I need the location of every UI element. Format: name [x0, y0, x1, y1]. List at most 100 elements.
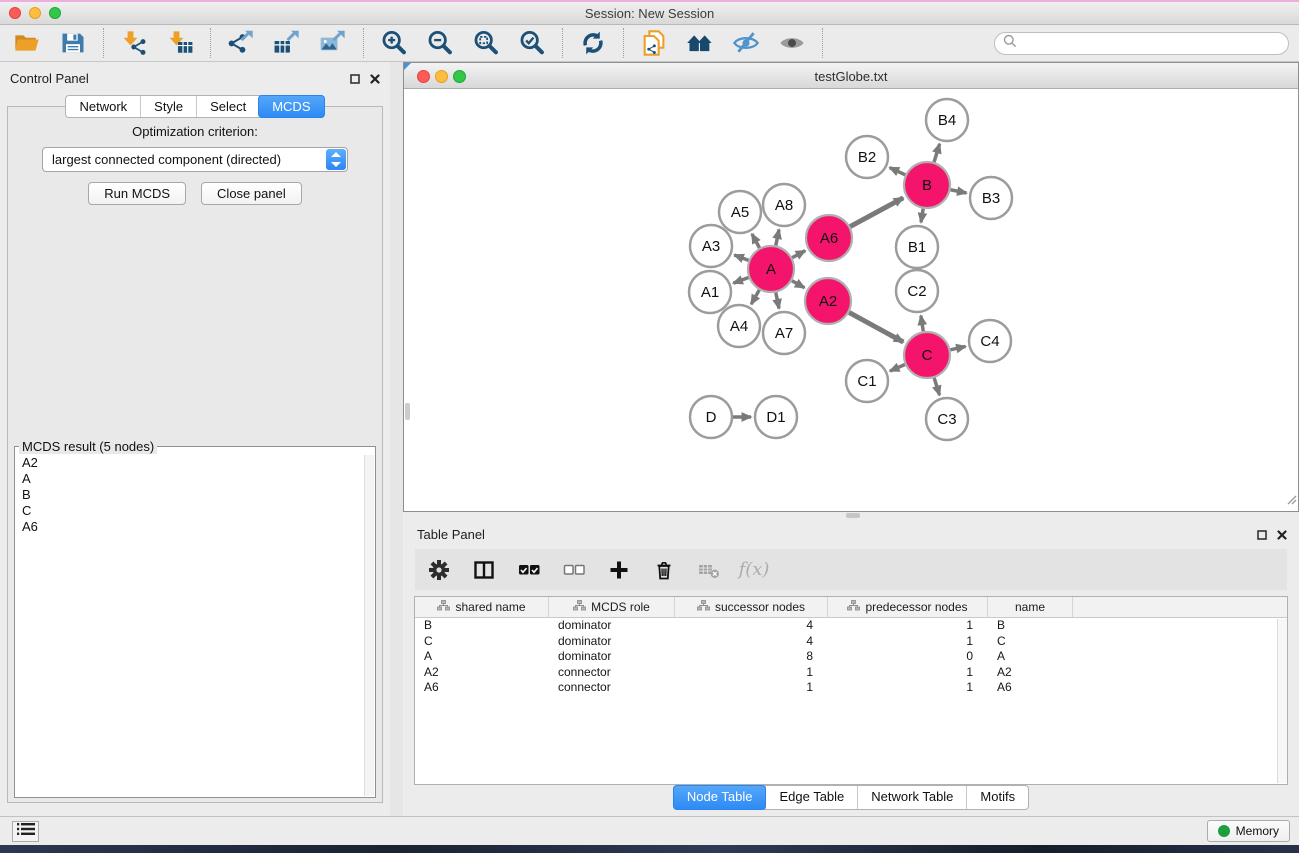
import-network-icon[interactable]: [119, 28, 149, 58]
tab-motifs[interactable]: Motifs: [966, 786, 1028, 809]
graph-edge-C-C2[interactable]: [921, 316, 923, 332]
zoom-fit-icon[interactable]: [471, 28, 501, 58]
network-window-titlebar[interactable]: testGlobe.txt: [404, 63, 1298, 89]
run-mcds-button[interactable]: Run MCDS: [88, 182, 186, 205]
graph-node-label-C2: C2: [907, 283, 926, 300]
column-label: name: [1015, 600, 1045, 614]
tab-mcds[interactable]: MCDS: [258, 95, 324, 118]
graph-edge-A6-B[interactable]: [850, 198, 903, 227]
close-panel-icon[interactable]: [370, 71, 380, 89]
float-panel-icon[interactable]: [350, 71, 360, 89]
toolbar-group: [104, 28, 211, 58]
toolbar-group: [364, 28, 563, 58]
deselect-all-icon[interactable]: [562, 558, 586, 582]
open-folder-icon[interactable]: [12, 28, 42, 58]
memory-button[interactable]: Memory: [1207, 820, 1290, 842]
tab-network[interactable]: Network: [66, 96, 140, 117]
close-panel-button[interactable]: Close panel: [201, 182, 302, 205]
export-network-icon[interactable]: [226, 28, 256, 58]
graph-edge-A-A6[interactable]: [792, 251, 805, 258]
graph-node-label-A6: A6: [820, 230, 838, 247]
float-panel-icon[interactable]: [1257, 527, 1267, 545]
graph-edge-A-A8[interactable]: [776, 229, 779, 245]
graph-edge-C-C1[interactable]: [890, 365, 905, 372]
home-icon[interactable]: [685, 28, 715, 58]
graph-node-label-B1: B1: [908, 239, 926, 256]
criterion-select[interactable]: largest connected component (directed): [42, 147, 348, 172]
cell-successor-nodes: 8: [675, 649, 828, 665]
zoom-out-icon[interactable]: [425, 28, 455, 58]
graph-node-label-A3: A3: [702, 238, 720, 255]
desktop-background: [0, 845, 1299, 853]
result-scrollbar[interactable]: [364, 455, 374, 796]
save-icon[interactable]: [58, 28, 88, 58]
memory-label: Memory: [1236, 824, 1279, 838]
select-all-icon[interactable]: [517, 558, 541, 582]
network-horizontal-scrollbar[interactable]: [846, 513, 860, 518]
toolbar-group: [0, 28, 104, 58]
delete-column-icon[interactable]: [652, 558, 676, 582]
network-canvas[interactable]: B4B2BB3A8A5A6A3B1AA1C2A2A4A7C4CC1C3DD1: [404, 89, 1298, 511]
column-header-MCDS-role[interactable]: MCDS role: [549, 597, 675, 617]
export-table-icon[interactable]: [272, 28, 302, 58]
graph-edge-B-B4[interactable]: [934, 144, 940, 162]
column-header-name[interactable]: name: [988, 597, 1073, 617]
graph-edge-A-A2[interactable]: [792, 281, 805, 288]
graph-edge-A-A1[interactable]: [733, 277, 748, 283]
column-header-shared-name[interactable]: shared name: [415, 597, 549, 617]
mcds-result-list[interactable]: A2ABCA6: [15, 454, 363, 797]
column-header-predecessor-nodes[interactable]: predecessor nodes: [828, 597, 988, 617]
search-box[interactable]: [994, 32, 1289, 55]
graph-edge-A-A7[interactable]: [776, 293, 779, 309]
graph-edge-B-B1[interactable]: [921, 209, 923, 223]
horizontal-splitter[interactable]: [403, 512, 1299, 519]
criterion-value: largest connected component (directed): [52, 152, 281, 167]
graph-edge-B-B2[interactable]: [890, 168, 906, 175]
tab-network-table[interactable]: Network Table: [857, 786, 966, 809]
split-view-icon[interactable]: [472, 558, 496, 582]
graph-edge-A-A5[interactable]: [752, 234, 760, 248]
network-window: testGlobe.txt B4B2BB3A8A5A6A3B1AA1C2A2A4…: [403, 62, 1299, 512]
show-eye-icon[interactable]: [777, 28, 807, 58]
result-item[interactable]: A6: [22, 519, 356, 535]
refresh-icon[interactable]: [578, 28, 608, 58]
settings-icon[interactable]: [427, 558, 451, 582]
graph-edge-A2-C[interactable]: [849, 312, 903, 342]
zoom-in-icon[interactable]: [379, 28, 409, 58]
vertical-splitter[interactable]: [390, 62, 403, 816]
graph-node-label-A: A: [766, 261, 776, 278]
table-row[interactable]: Bdominator41B: [415, 618, 1287, 634]
tab-node-table[interactable]: Node Table: [673, 785, 767, 810]
task-history-button[interactable]: [12, 821, 39, 842]
table-row[interactable]: Cdominator41C: [415, 634, 1287, 650]
table-row[interactable]: Adominator80A: [415, 649, 1287, 665]
table-scrollbar[interactable]: [1277, 619, 1287, 783]
result-item[interactable]: A: [22, 471, 356, 487]
tab-edge-table[interactable]: Edge Table: [765, 786, 857, 809]
graph-edge-A-A4[interactable]: [751, 290, 759, 304]
table-row[interactable]: A6connector11A6: [415, 680, 1287, 696]
graph-edge-C-C3[interactable]: [934, 378, 939, 395]
result-item[interactable]: B: [22, 487, 356, 503]
tab-select[interactable]: Select: [196, 96, 259, 117]
tab-style[interactable]: Style: [140, 96, 196, 117]
zoom-selected-icon[interactable]: [517, 28, 547, 58]
close-panel-icon[interactable]: [1277, 527, 1287, 545]
add-column-icon[interactable]: [607, 558, 631, 582]
search-input[interactable]: [1018, 35, 1268, 52]
graph-edge-B-B3[interactable]: [951, 190, 967, 193]
cell-successor-nodes: 1: [675, 665, 828, 681]
import-table-icon[interactable]: [165, 28, 195, 58]
duplicate-network-icon[interactable]: [639, 28, 669, 58]
network-vertical-scrollbar[interactable]: [405, 403, 410, 420]
hide-eye-icon[interactable]: [731, 28, 761, 58]
graph-edge-A-A3[interactable]: [734, 255, 748, 260]
column-header-successor-nodes[interactable]: successor nodes: [675, 597, 828, 617]
tab-group: Node TableEdge TableNetwork TableMotifs: [673, 785, 1029, 810]
result-item[interactable]: A2: [22, 455, 356, 471]
resize-grip-icon[interactable]: [1286, 492, 1297, 510]
export-image-icon[interactable]: [318, 28, 348, 58]
result-item[interactable]: C: [22, 503, 356, 519]
table-row[interactable]: A2connector11A2: [415, 665, 1287, 681]
graph-edge-C-C4[interactable]: [950, 346, 965, 349]
